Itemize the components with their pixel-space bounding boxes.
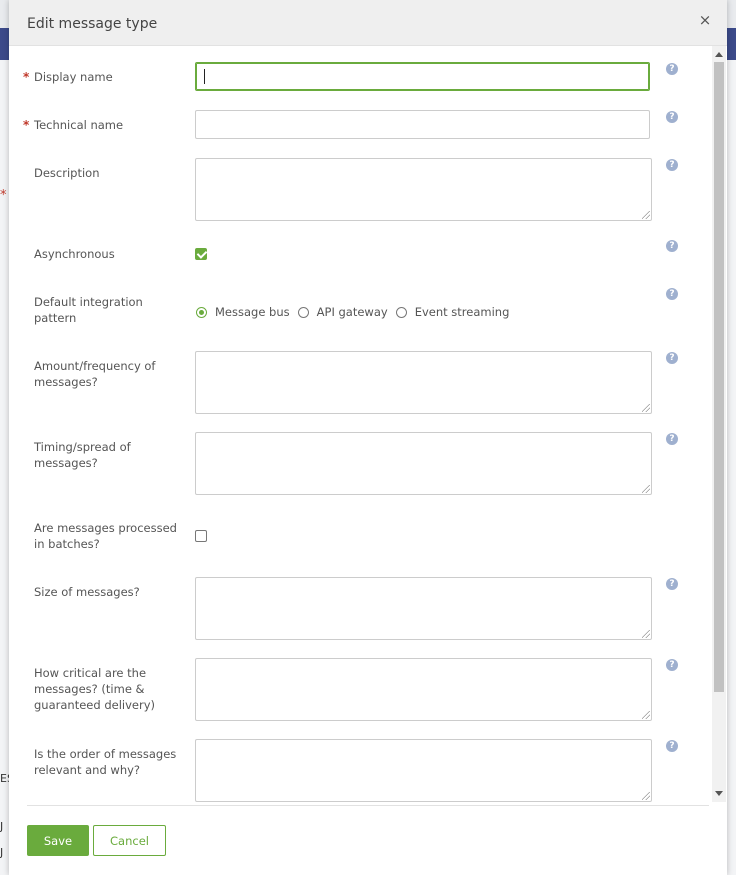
help-circle-icon[interactable]: ?	[666, 659, 678, 671]
help-circle-icon[interactable]: ?	[666, 352, 678, 364]
scrollbar-thumb[interactable]	[714, 62, 724, 692]
text-caret	[204, 69, 205, 84]
edit-message-type-dialog: Edit message type × * Display name ? * T…	[9, 0, 727, 875]
radio-button[interactable]	[196, 306, 207, 318]
critical-label: How critical are the messages? (time & g…	[34, 666, 155, 712]
batches-checkbox[interactable]	[195, 530, 207, 542]
timing-spread-label: Timing/spread of messages?	[34, 440, 131, 470]
description-textarea[interactable]	[195, 158, 652, 221]
integration-pattern-label: Default integration pattern	[34, 295, 143, 325]
background-text: J	[0, 846, 4, 859]
technical-name-label: Technical name	[34, 118, 124, 132]
scroll-down-icon[interactable]	[715, 791, 723, 796]
save-button[interactable]: Save	[27, 825, 89, 856]
close-icon[interactable]: ×	[697, 11, 713, 29]
radio-button[interactable]	[297, 306, 309, 318]
dialog-body[interactable]: * Display name ? * Technical name ? Desc…	[9, 46, 727, 802]
radio-button[interactable]	[395, 306, 407, 318]
radio-option-event-streaming[interactable]: Event streaming	[395, 305, 510, 319]
size-label: Size of messages?	[34, 585, 140, 599]
timing-spread-textarea[interactable]	[195, 432, 652, 495]
resize-grip-icon[interactable]	[642, 792, 650, 800]
radio-label: Event streaming	[414, 305, 510, 319]
resize-grip-icon[interactable]	[642, 211, 650, 219]
help-circle-icon[interactable]: ?	[666, 63, 678, 75]
amount-frequency-textarea[interactable]	[195, 351, 652, 414]
asynchronous-checkbox[interactable]	[195, 248, 208, 260]
resize-grip-icon[interactable]	[642, 711, 650, 719]
help-circle-icon[interactable]: ?	[666, 433, 678, 445]
resize-grip-icon[interactable]	[642, 485, 650, 493]
technical-name-input[interactable]	[195, 110, 650, 139]
radio-label: API gateway	[316, 305, 388, 319]
resize-grip-icon[interactable]	[642, 630, 650, 638]
radio-option-api-gateway[interactable]: API gateway	[297, 305, 388, 319]
size-textarea[interactable]	[195, 577, 652, 640]
footer-divider	[27, 805, 709, 806]
help-circle-icon[interactable]: ?	[666, 159, 678, 171]
resize-grip-icon[interactable]	[642, 404, 650, 412]
vertical-scrollbar[interactable]	[712, 46, 726, 802]
required-marker: *	[23, 70, 30, 84]
help-circle-icon[interactable]: ?	[666, 578, 678, 590]
batches-label: Are messages processed in batches?	[34, 521, 177, 551]
check-icon	[196, 248, 208, 259]
display-name-label: Display name	[34, 70, 113, 84]
background-required-marker: *	[0, 188, 7, 203]
help-circle-icon[interactable]: ?	[666, 240, 678, 252]
help-circle-icon[interactable]: ?	[666, 288, 678, 300]
radio-label: Message bus	[215, 305, 290, 319]
radio-option-message-bus[interactable]: Message bus	[196, 305, 290, 319]
dialog-header: Edit message type ×	[9, 0, 727, 46]
scroll-up-icon[interactable]	[715, 52, 723, 57]
cancel-button[interactable]: Cancel	[93, 825, 166, 856]
required-marker: *	[23, 118, 30, 132]
dialog-title: Edit message type	[27, 16, 158, 32]
order-label: Is the order of messages relevant and wh…	[34, 747, 177, 777]
help-circle-icon[interactable]: ?	[666, 111, 678, 123]
display-name-input[interactable]	[195, 62, 650, 91]
background-text: J	[0, 820, 4, 833]
amount-frequency-label: Amount/frequency of messages?	[34, 359, 156, 389]
help-circle-icon[interactable]: ?	[666, 740, 678, 752]
description-label: Description	[34, 166, 100, 180]
integration-pattern-radio-group: Message bus API gateway Event streaming	[196, 304, 517, 320]
critical-textarea[interactable]	[195, 658, 652, 721]
order-textarea[interactable]	[195, 739, 652, 802]
asynchronous-label: Asynchronous	[34, 247, 115, 261]
